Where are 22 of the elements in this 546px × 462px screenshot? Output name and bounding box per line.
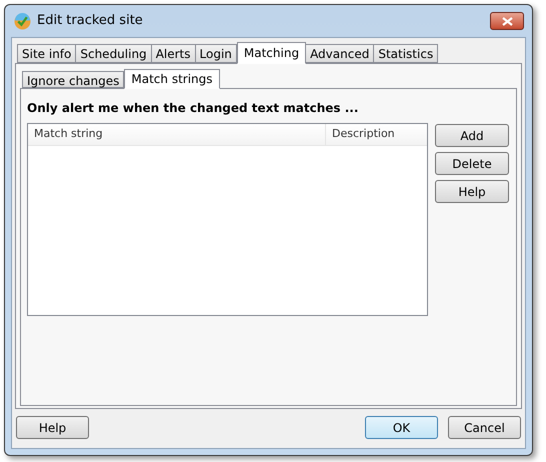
close-icon: [502, 16, 512, 26]
tab[interactable]: Match strings: [124, 69, 220, 89]
button[interactable]: Add: [435, 124, 509, 147]
tab[interactable]: Advanced: [305, 44, 374, 63]
button[interactable]: Delete: [435, 152, 509, 175]
column-header[interactable]: Match string: [28, 124, 325, 145]
tab[interactable]: Alerts: [150, 44, 196, 63]
tab[interactable]: Matching: [236, 42, 306, 64]
section-heading: Only alert me when the changed text matches ...: [27, 100, 360, 117]
tab[interactable]: Site info: [17, 44, 76, 63]
button[interactable]: Help: [435, 180, 509, 203]
tab[interactable]: Ignore changes: [22, 71, 124, 88]
tab[interactable]: Statistics: [373, 44, 438, 63]
button[interactable]: OK: [365, 416, 438, 439]
close-button[interactable]: [490, 12, 524, 30]
column-header[interactable]: Description: [325, 124, 427, 145]
globe-check-icon: [14, 12, 31, 30]
button[interactable]: Help: [16, 416, 89, 439]
button[interactable]: Cancel: [448, 416, 521, 439]
tab[interactable]: Scheduling: [75, 44, 152, 63]
tab[interactable]: Login: [194, 44, 237, 63]
window-title: Edit tracked site: [37, 12, 143, 30]
